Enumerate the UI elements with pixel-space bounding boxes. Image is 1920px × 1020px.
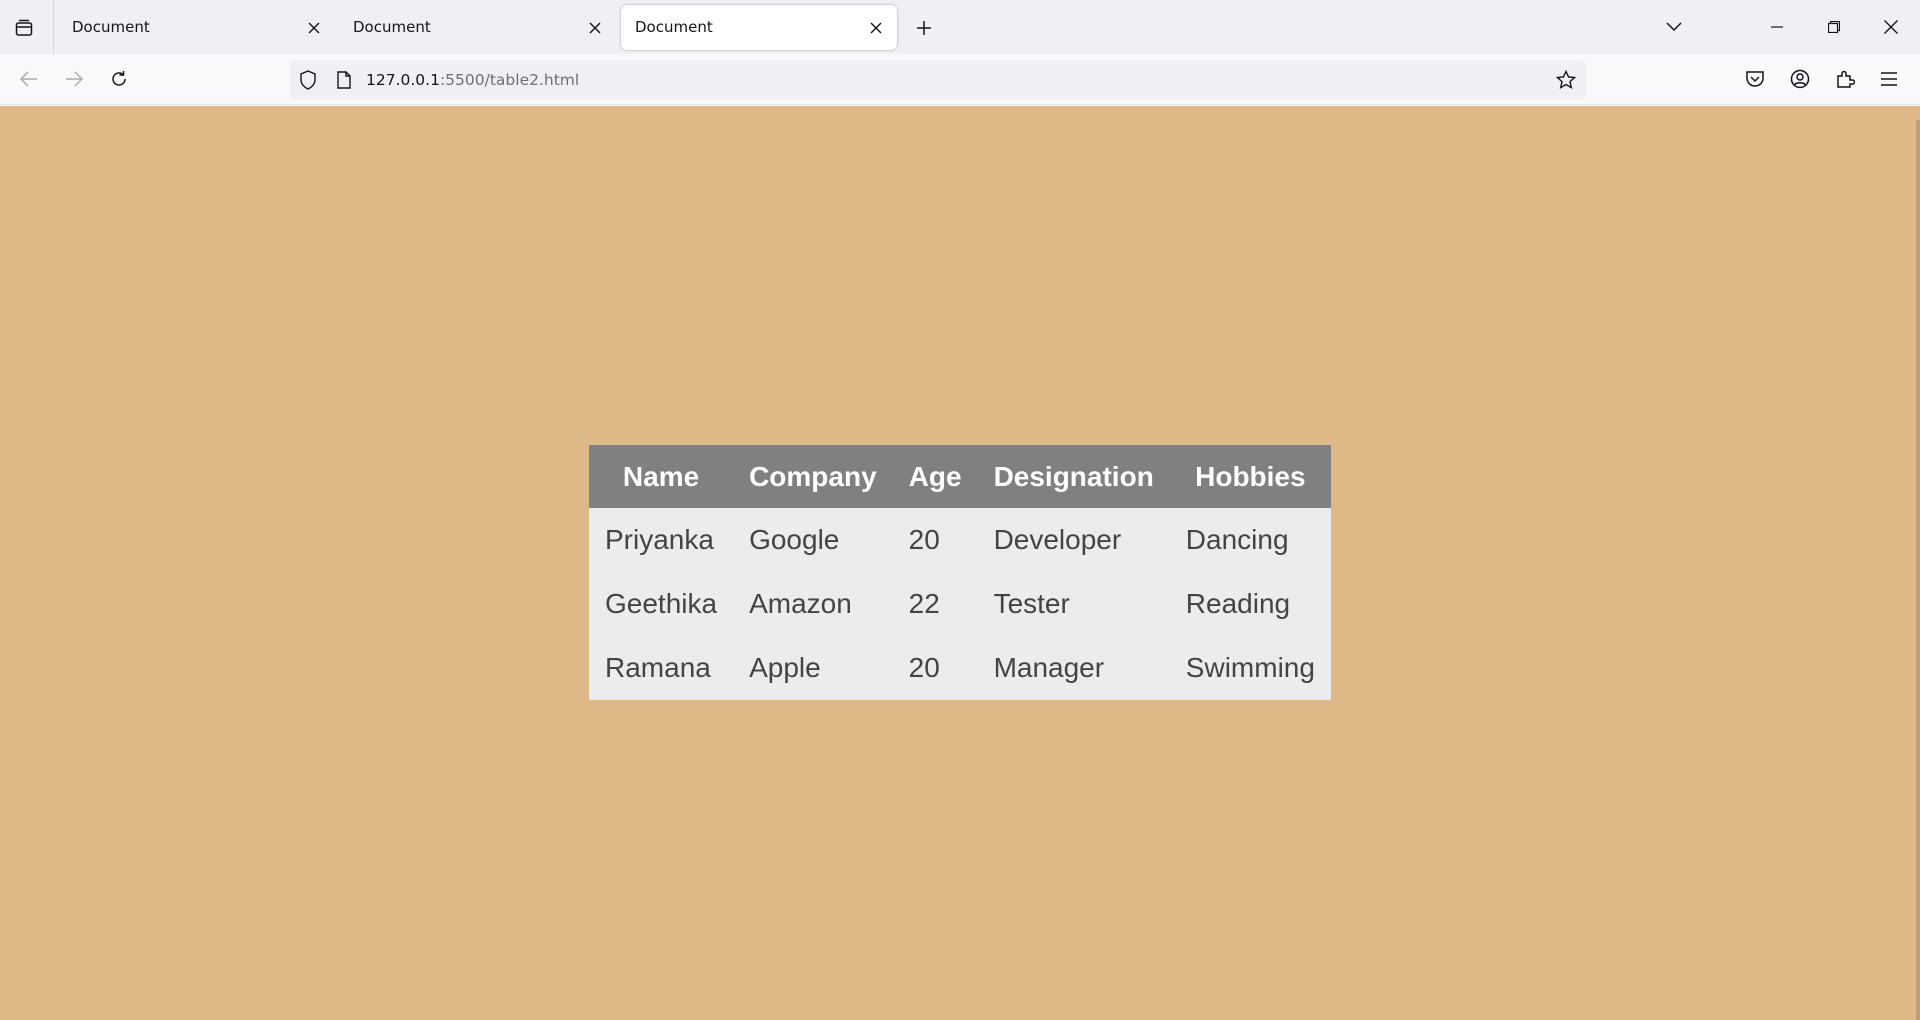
account-button[interactable] <box>1783 62 1817 96</box>
reload-button[interactable] <box>102 62 136 96</box>
table-row: Priyanka Google 20 Developer Dancing <box>589 508 1331 572</box>
tab-title: Document <box>635 18 713 36</box>
new-tab-button[interactable] <box>906 10 942 46</box>
cell-hobbies: Swimming <box>1169 636 1331 700</box>
puzzle-icon <box>1837 70 1855 88</box>
header-age: Age <box>892 445 978 508</box>
tab-list-button[interactable] <box>6 11 42 45</box>
close-icon <box>870 22 882 34</box>
tab-list-icon <box>15 19 33 36</box>
tab-title: Document <box>353 18 431 36</box>
url-text[interactable]: 127.0.0.1:5500/table2.html <box>366 71 579 89</box>
tab-close-button[interactable] <box>583 16 607 40</box>
bookmark-star-icon[interactable] <box>1556 70 1576 90</box>
close-icon <box>589 22 601 34</box>
page-content: Name Company Age Designation Hobbies Pri… <box>0 106 1920 1020</box>
extensions-button[interactable] <box>1828 62 1862 96</box>
table-row: Ramana Apple 20 Manager Swimming <box>589 636 1331 700</box>
cell-hobbies: Reading <box>1169 572 1331 636</box>
minimize-button[interactable] <box>1749 0 1805 54</box>
tab-close-button[interactable] <box>302 16 326 40</box>
tab-overflow-button[interactable] <box>1646 0 1702 54</box>
tab-separator <box>53 0 54 54</box>
tab-3-active[interactable]: Document <box>621 5 897 50</box>
close-icon <box>308 22 320 34</box>
tab-close-button[interactable] <box>864 16 888 40</box>
tab-strip: Document Document Document <box>0 0 1920 54</box>
table-row: Geethika Amazon 22 Tester Reading <box>589 572 1331 636</box>
cell-name: Geethika <box>589 572 734 636</box>
cell-designation: Manager <box>977 636 1170 700</box>
hamburger-menu-icon <box>1881 72 1897 86</box>
close-icon <box>1884 20 1898 34</box>
close-window-button[interactable] <box>1863 0 1919 54</box>
pocket-icon <box>1746 71 1764 87</box>
header-designation: Designation <box>977 445 1170 508</box>
cell-age: 22 <box>892 572 978 636</box>
header-name: Name <box>589 445 734 508</box>
account-icon <box>1790 69 1810 89</box>
plus-icon <box>917 21 931 35</box>
cell-age: 20 <box>892 636 978 700</box>
cell-company: Apple <box>733 636 893 700</box>
pocket-button[interactable] <box>1738 62 1772 96</box>
restore-icon <box>1828 21 1840 33</box>
minimize-icon <box>1771 26 1783 28</box>
cell-name: Ramana <box>589 636 734 700</box>
url-path: :5500/table2.html <box>439 71 580 89</box>
cell-company: Google <box>733 508 893 572</box>
cell-hobbies: Dancing <box>1169 508 1331 572</box>
cell-designation: Developer <box>977 508 1170 572</box>
page-icon[interactable] <box>334 70 354 90</box>
table-header-row: Name Company Age Designation Hobbies <box>589 445 1331 508</box>
url-host: 127.0.0.1 <box>366 71 440 89</box>
header-company: Company <box>733 445 893 508</box>
arrow-right-icon <box>66 71 83 87</box>
reload-icon <box>112 71 126 86</box>
arrow-left-icon <box>20 71 37 87</box>
navigation-toolbar: 127.0.0.1:5500/table2.html <box>0 54 1920 105</box>
chevron-down-icon <box>1666 22 1682 32</box>
tab-1[interactable]: Document <box>58 5 328 50</box>
header-hobbies: Hobbies <box>1169 445 1331 508</box>
cell-age: 20 <box>892 508 978 572</box>
app-menu-button[interactable] <box>1872 62 1906 96</box>
restore-button[interactable] <box>1806 0 1862 54</box>
cell-name: Priyanka <box>589 508 734 572</box>
tab-2[interactable]: Document <box>339 5 609 50</box>
employee-table: Name Company Age Designation Hobbies Pri… <box>589 445 1331 700</box>
forward-button[interactable] <box>57 62 91 96</box>
cell-company: Amazon <box>733 572 893 636</box>
tab-title: Document <box>72 18 150 36</box>
vertical-scrollbar[interactable] <box>1916 120 1920 1020</box>
shield-icon[interactable] <box>298 70 318 90</box>
back-button[interactable] <box>12 62 46 96</box>
cell-designation: Tester <box>977 572 1170 636</box>
address-bar[interactable]: 127.0.0.1:5500/table2.html <box>290 60 1586 100</box>
